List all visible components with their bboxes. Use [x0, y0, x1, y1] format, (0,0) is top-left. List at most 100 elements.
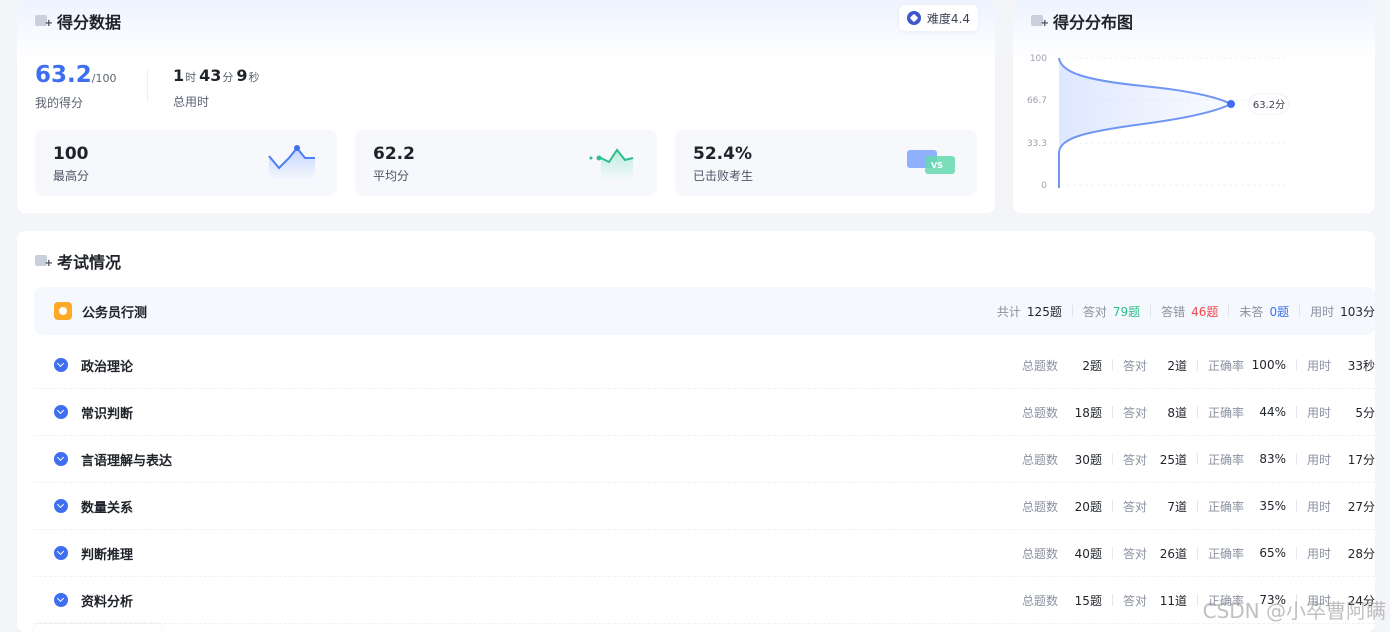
accuracy-label: 正确率 [1207, 358, 1244, 373]
summary-total-value: 125题 [1026, 304, 1062, 319]
time-value: 17分 [1347, 452, 1375, 467]
score-data-card: + 得分数据 难度4.4 63.2/100 我的得分 1时 43分 9秒 总用时 1… [17, 0, 995, 213]
stat-average-score: 62.2 平均分 [355, 130, 657, 196]
summary-unanswered-label: 未答 [1239, 304, 1264, 319]
difficulty-text: 难度4.4 [926, 11, 970, 26]
section-name: 常识判断 [81, 406, 134, 422]
section-row[interactable]: 资料分析 总题数 15题 答对 11道 正确率 73% 用时 24分 [34, 577, 1375, 624]
expand-chevron-icon[interactable] [54, 452, 68, 466]
expand-chevron-icon[interactable] [54, 546, 68, 560]
count-value: 18题 [1074, 405, 1102, 420]
summary-wrong-value: 46题 [1191, 304, 1219, 319]
trend-pulse-icon [589, 148, 634, 180]
accuracy-label: 正确率 [1207, 546, 1244, 561]
section-row[interactable]: 数量关系 总题数 20题 答对 7道 正确率 35% 用时 27分 [34, 483, 1375, 530]
section-name: 数量关系 [81, 500, 134, 516]
accuracy-label: 正确率 [1207, 405, 1244, 420]
summary-unanswered-value: 0题 [1269, 304, 1290, 319]
section-metrics: 总题数 2题 答对 2道 正确率 100% 用时 33秒 [1022, 357, 1375, 374]
count-value: 20题 [1074, 499, 1102, 514]
section-row[interactable]: 政治理论 总题数 2题 答对 2道 正确率 100% 用时 33秒 [34, 342, 1375, 389]
time-label: 用时 [1306, 499, 1331, 514]
summary-total-label: 共计 [996, 304, 1021, 319]
section-name: 政治理论 [81, 359, 134, 375]
expand-chevron-icon[interactable] [54, 405, 68, 419]
trend-up-icon [268, 145, 315, 180]
count-label: 总题数 [1021, 405, 1058, 420]
accuracy-value: 44% [1259, 405, 1286, 419]
stat-beat-percent: 52.4% 已击败考生 VS [675, 130, 977, 196]
y-tick-label: 0 [1041, 181, 1047, 191]
count-label: 总题数 [1021, 452, 1058, 467]
time-hours: 1 [173, 66, 185, 85]
y-tick-label: 33.3 [1027, 139, 1047, 149]
difficulty-badge: 难度4.4 [898, 5, 978, 31]
subject-name: 公务员行测 [82, 305, 148, 321]
time-label: 用时 [1306, 358, 1331, 373]
stat-highest-score: 100 最高分 [35, 130, 337, 196]
subject-header[interactable]: 公务员行测 共计 125题 答对 79题 答错 46题 未答 0题 用时 103分 [34, 287, 1375, 335]
exam-title: + 考试情况 [35, 249, 121, 273]
summary-time-label: 用时 [1310, 304, 1335, 319]
section-name: 资料分析 [81, 594, 134, 610]
accuracy-label: 正确率 [1207, 499, 1244, 514]
count-value: 15题 [1074, 593, 1102, 608]
correct-label: 答对 [1122, 452, 1147, 467]
summary-correct-value: 79题 [1112, 304, 1141, 319]
correct-label: 答对 [1122, 358, 1147, 373]
stat-label: 已击败考生 [693, 169, 754, 183]
distribution-title: + 得分分布图 [1031, 9, 1133, 33]
accuracy-value: 65% [1259, 546, 1286, 560]
time-value: 27分 [1347, 499, 1375, 514]
correct-label: 答对 [1122, 593, 1147, 608]
section-row[interactable]: 判断推理 总题数 40题 答对 26道 正确率 65% 用时 28分 [34, 530, 1375, 577]
bottom-tab-edge [34, 624, 162, 632]
correct-value: 25道 [1159, 452, 1187, 467]
versus-icon: VS [907, 150, 955, 174]
accuracy-label: 正确率 [1207, 452, 1244, 467]
count-label: 总题数 [1021, 358, 1058, 373]
time-minutes-unit: 分 [222, 71, 234, 84]
time-minutes: 43 [199, 66, 222, 85]
expand-chevron-icon[interactable] [54, 593, 68, 607]
time-seconds: 9 [236, 66, 248, 85]
count-value: 2题 [1082, 358, 1102, 373]
score-card-title-text: 得分数据 [57, 13, 122, 32]
expand-chevron-icon[interactable] [54, 358, 68, 372]
score-marker-label: 63.2分 [1253, 99, 1285, 111]
stat-label: 最高分 [53, 169, 90, 183]
y-tick-label: 100 [1030, 54, 1047, 64]
correct-label: 答对 [1122, 405, 1147, 420]
correct-value: 7道 [1167, 499, 1187, 514]
count-value: 30题 [1074, 452, 1102, 467]
time-seconds-unit: 秒 [248, 71, 260, 84]
count-label: 总题数 [1021, 546, 1058, 561]
my-score-block: 63.2/100 我的得分 [35, 62, 116, 111]
stat-label: 平均分 [373, 169, 410, 183]
stat-value: 100 [53, 144, 89, 164]
time-value: 33秒 [1347, 358, 1375, 373]
my-score-value: 63.2 [35, 62, 92, 88]
subject-icon [54, 302, 72, 320]
document-add-icon: + [35, 14, 53, 29]
section-metrics: 总题数 40题 答对 26道 正确率 65% 用时 28分 [1022, 545, 1375, 562]
section-row[interactable]: 常识判断 总题数 18题 答对 8道 正确率 44% 用时 5分 [34, 389, 1375, 436]
my-score-max: /100 [91, 72, 117, 85]
summary-correct-label: 答对 [1082, 304, 1107, 319]
score-card-title: + 得分数据 [35, 9, 121, 33]
section-metrics: 总题数 20题 答对 7道 正确率 35% 用时 27分 [1022, 498, 1375, 515]
distribution-title-text: 得分分布图 [1053, 13, 1134, 32]
accuracy-value: 83% [1259, 452, 1286, 466]
section-row[interactable]: 言语理解与表达 总题数 30题 答对 25道 正确率 83% 用时 17分 [34, 436, 1375, 483]
count-label: 总题数 [1021, 499, 1058, 514]
time-label: 用时 [1306, 405, 1331, 420]
summary-wrong-label: 答错 [1161, 304, 1186, 319]
expand-chevron-icon[interactable] [54, 499, 68, 513]
time-value: 5分 [1355, 405, 1375, 420]
summary-time-value: 103分 [1340, 304, 1375, 319]
watermark-text: CSDN @小卒曹阿瞒 [1202, 599, 1386, 623]
my-score-label: 我的得分 [35, 96, 84, 110]
vs-text: VS [931, 161, 943, 170]
document-add-icon: + [35, 254, 53, 269]
stat-value: 62.2 [373, 144, 415, 164]
